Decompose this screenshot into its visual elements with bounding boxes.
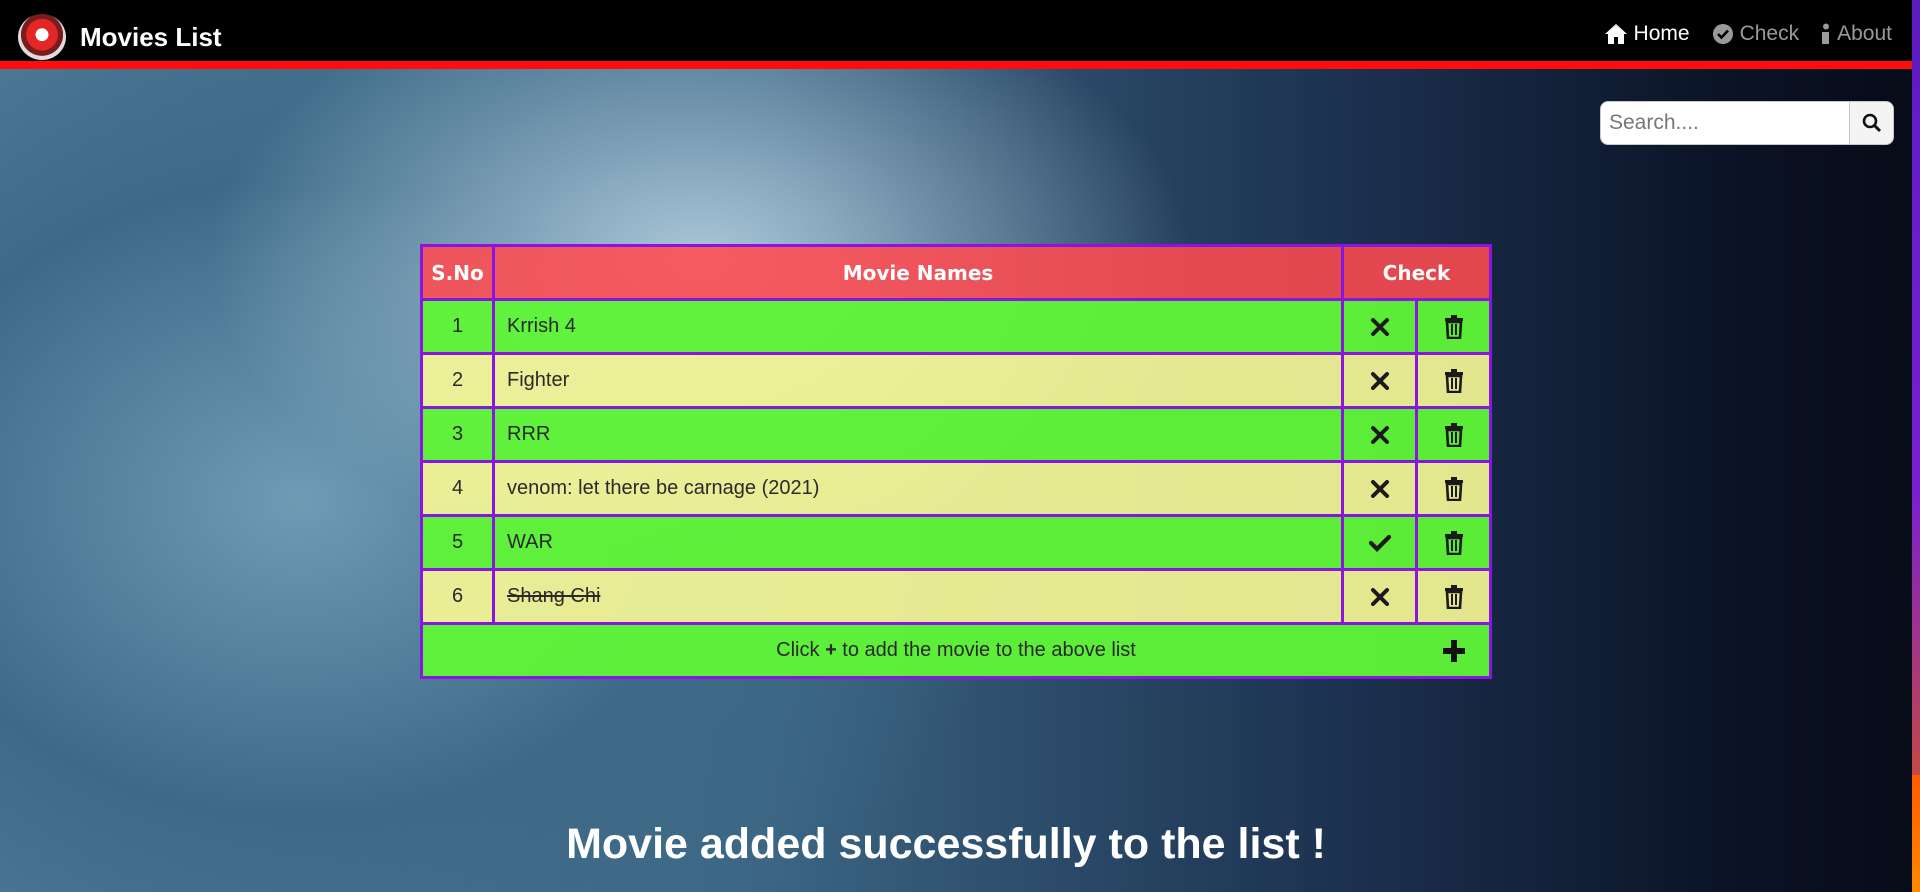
brand[interactable]: Movies List [18,14,222,60]
toast-message: Movie added successfully to the list ! [566,820,1326,868]
movies-table: S.No Movie Names Check 1 Krrish 4 2 Fighter… [420,244,1492,679]
check-circle-icon [1712,24,1733,44]
trash-icon [1444,584,1463,609]
trash-icon [1444,314,1463,339]
search-icon [1862,113,1881,133]
trash-icon [1444,368,1463,393]
x-icon [1370,425,1389,444]
row-sno: 6 [420,568,495,625]
table-row: 2 Fighter [420,352,1492,409]
table-row: 1 Krrish 4 [420,298,1492,355]
header-sno: S.No [420,244,495,301]
row-movie-name: RRR [492,406,1344,463]
trash-icon [1444,422,1463,447]
table-row: 3 RRR [420,406,1492,463]
nav-home-label: Home [1633,22,1690,45]
trash-icon [1444,476,1463,501]
page-scrollbar[interactable] [1912,0,1920,892]
row-movie-name: venom: let there be carnage (2021) [492,460,1344,517]
row-movie-name: WAR [492,514,1344,571]
info-icon [1822,23,1830,44]
x-icon [1370,371,1389,390]
table-row: 6 Shang Chi [420,568,1492,625]
add-hint-prefix: Click [776,639,826,661]
movie-logo-icon [18,14,66,60]
nav-menu: Home Check About [1604,22,1892,46]
row-movie-name: Fighter [492,352,1344,409]
table-header-row: S.No Movie Names Check [420,244,1492,301]
nav-home[interactable]: Home [1604,22,1690,46]
home-icon [1604,24,1627,44]
nav-about[interactable]: About [1821,22,1892,46]
row-toggle-check-button[interactable] [1341,568,1418,625]
row-sno: 2 [420,352,495,409]
plus-icon [1443,639,1465,662]
app-title: Movies List [80,21,222,52]
row-toggle-check-button[interactable] [1341,514,1418,571]
row-sno: 5 [420,514,495,571]
table-row: 5 WAR [420,514,1492,571]
scrollbar-thumb[interactable] [1912,775,1920,892]
row-sno: 4 [420,460,495,517]
row-movie-name: Krrish 4 [492,298,1344,355]
row-toggle-check-button[interactable] [1341,298,1418,355]
row-toggle-check-button[interactable] [1341,406,1418,463]
add-hint-plus: + [825,639,837,661]
x-icon [1370,587,1389,606]
add-movie-row: Click + to add the movie to the above li… [420,622,1492,679]
row-delete-button[interactable] [1415,406,1492,463]
header-movie-names: Movie Names [492,244,1344,301]
header-check: Check [1341,244,1492,301]
nav-check[interactable]: Check [1712,22,1800,46]
x-icon [1370,317,1389,336]
row-sno: 1 [420,298,495,355]
x-icon [1370,479,1389,498]
add-movie-cell: Click + to add the movie to the above li… [420,622,1492,679]
search-button[interactable] [1850,101,1894,145]
row-movie-name: Shang Chi [492,568,1344,625]
add-movie-button[interactable] [1443,639,1465,662]
row-toggle-check-button[interactable] [1341,352,1418,409]
add-hint-suffix: to add the movie to the above list [836,639,1136,661]
row-delete-button[interactable] [1415,352,1492,409]
table-row: 4 venom: let there be carnage (2021) [420,460,1492,517]
row-delete-button[interactable] [1415,298,1492,355]
nav-about-label: About [1837,22,1892,45]
row-delete-button[interactable] [1415,514,1492,571]
search-input[interactable] [1600,101,1850,145]
row-delete-button[interactable] [1415,568,1492,625]
navbar: Movies List Home Check About [0,0,1912,69]
row-toggle-check-button[interactable] [1341,460,1418,517]
row-sno: 3 [420,406,495,463]
row-delete-button[interactable] [1415,460,1492,517]
search-form [1600,101,1894,145]
nav-check-label: Check [1739,22,1800,45]
check-icon [1368,534,1391,552]
trash-icon [1444,530,1463,555]
